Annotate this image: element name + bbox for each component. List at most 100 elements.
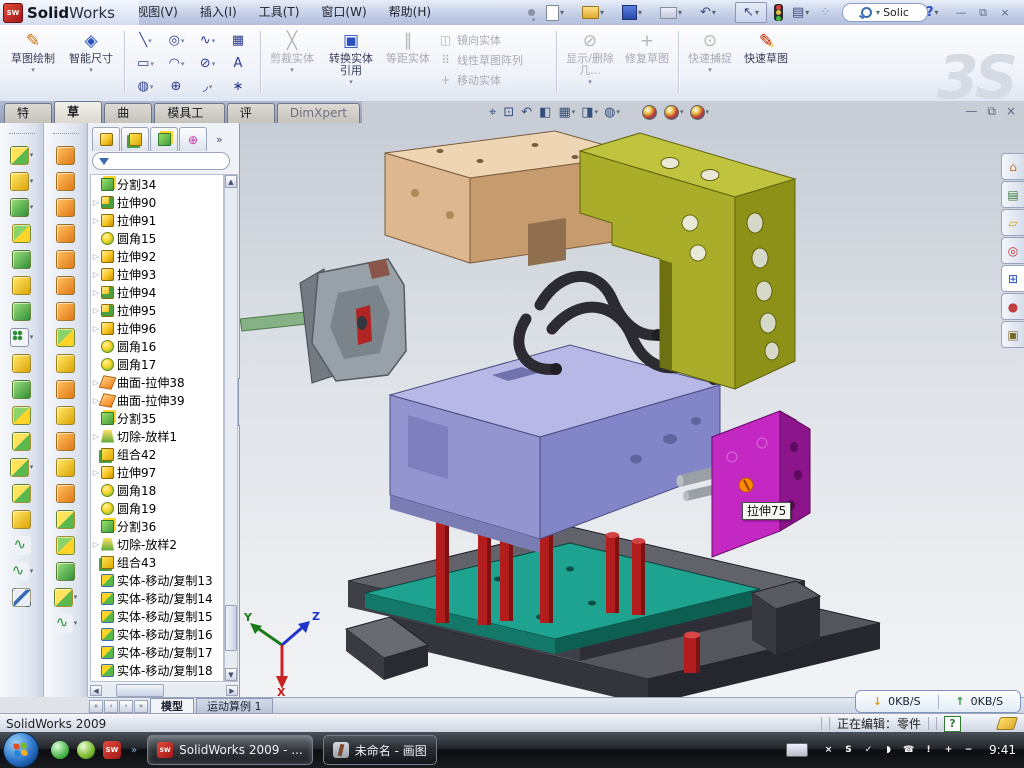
undo-button[interactable]: ↶▾ [700,3,716,22]
hide-show-items-button[interactable]: ◍▾ [602,103,622,121]
previous-view-button[interactable]: ↶ [519,103,535,121]
misc-toolbar-icon[interactable]: ⁘ [820,3,831,22]
split-button[interactable] [2,480,42,506]
expand-arrow-icon[interactable]: ▷ [91,324,101,333]
cap-button[interactable] [46,402,86,428]
hole-wizard-button[interactable] [2,272,42,298]
print-button[interactable]: ▾ [660,3,682,22]
feature-tree-item[interactable]: ▷ 圆角15 [91,229,223,247]
feature-tree-item[interactable]: ▷ 拉伸90 [91,193,223,211]
command-tab[interactable]: 评估 [227,103,275,123]
input-method-keyboard-icon[interactable] [786,743,808,757]
minimize-button[interactable]: — [952,6,970,19]
feature-tree-item[interactable]: ▷ 圆角17 [91,355,223,373]
curve-button[interactable]: ▾ [2,558,42,584]
zoom-to-area-button[interactable]: ⊡ [501,103,517,121]
expand-arrow-icon[interactable]: ▷ [91,252,101,261]
network-tray-icon[interactable]: ☎ [901,743,916,758]
pattern-2-button[interactable]: ▾ [46,584,86,610]
help-button[interactable]: ?▾ [926,3,939,22]
messenger-quicklaunch-icon[interactable] [51,741,69,759]
slot-tool[interactable]: ◍▾ [130,75,161,98]
select-button[interactable]: ↖▾ [735,3,767,22]
pin-icon[interactable] [524,3,538,22]
quick-tips-icon[interactable]: ? [944,716,961,732]
tag-icon[interactable] [996,717,1018,730]
trim-entities-button[interactable]: ╳ 剪裁实体▾ [266,28,318,96]
panel-tabs-overflow-chevron[interactable]: » [216,128,223,151]
solidworks-quicklaunch-icon[interactable]: SW [103,741,121,759]
scrollbar-thumb[interactable] [116,684,164,697]
feature-tree-item[interactable]: ▷ 拉伸95 [91,301,223,319]
wrap-button[interactable] [46,428,86,454]
start-button[interactable] [3,732,39,768]
configuration-manager-tab[interactable] [150,127,178,151]
tab-nav-button[interactable]: ‹ [104,700,118,713]
tab-nav-button[interactable]: « [89,700,103,713]
network-speed-widget[interactable]: ↓0KB/S ↑0KB/S [855,690,1021,713]
selection-box-tool[interactable]: ▦ [223,29,254,52]
taskbar-task-button[interactable]: SW SolidWorks 2009 - ... [147,735,313,765]
convert-entities-button[interactable]: ▣ 转换实体引用▾ [322,28,380,96]
feature-tree-item[interactable]: ▷ 拉伸93 [91,265,223,283]
feature-tree-item[interactable]: ▷ 实体-移动/复制16 [91,625,223,643]
feature-tree-item[interactable]: ▷ 分割35 [91,409,223,427]
zoom-to-fit-button[interactable]: ⌖ [487,103,499,121]
arc-tool[interactable]: ◠▾ [161,52,192,75]
cylinder-assembly-gray[interactable] [240,259,406,383]
sketch-fillet-tool[interactable]: ◞▾ [192,75,223,98]
offset-entities-button[interactable]: ∥ 等距实体 [384,28,432,96]
feature-tree-item[interactable]: ▷ 拉伸96 [91,319,223,337]
draft-button[interactable] [2,376,42,402]
feature-tree-item[interactable]: ▷ 组合43 [91,553,223,571]
feature-tree-item[interactable]: ▷ 切除-放样1 [91,427,223,445]
revolved-boss-button[interactable]: ▾ [2,168,42,194]
extruded-boss-button[interactable]: ▾ [2,142,42,168]
search-input[interactable]: ▾ Solic [842,3,928,22]
expand-arrow-icon[interactable]: ▷ [91,306,101,315]
ellipse-tool[interactable]: ⊘▾ [192,52,223,75]
shield-tray-icon[interactable]: S [841,743,856,758]
red-cylinder[interactable] [684,632,700,674]
planar-surface-button[interactable] [46,298,86,324]
expand-arrow-icon[interactable]: ▷ [91,288,101,297]
antivirus-tray-icon[interactable]: × [821,743,836,758]
command-tab[interactable]: 草图 [54,101,102,123]
command-tab[interactable]: DimXpert [277,103,360,123]
expand-arrow-icon[interactable]: ▷ [91,270,101,279]
display-style-button[interactable]: ◨▾ [579,103,600,121]
mirror-feature-button[interactable] [2,402,42,428]
toolbar-grip[interactable] [53,133,79,137]
mirror-entities-button[interactable]: ◫镜向实体 [438,31,523,48]
feature-tree-item[interactable]: ▷ 曲面-拉伸38 [91,373,223,391]
tab-nav-button[interactable]: » [134,700,148,713]
tree-horizontal-scrollbar[interactable]: ◀ ▶ [90,684,238,697]
traffic-light-icon[interactable] [774,3,783,22]
sphere-quicklaunch-icon[interactable] [77,741,95,759]
delete-body-button[interactable] [2,506,42,532]
toolbar-grip[interactable] [9,133,35,137]
feature-tree-item[interactable]: ▷ 曲面-拉伸39 [91,391,223,409]
polygon-tool[interactable]: ⊕ [161,75,192,98]
command-tab[interactable]: 特征 [4,103,52,123]
feature-tree-item[interactable]: ▷ 圆角18 [91,481,223,499]
expand-arrow-icon[interactable]: ▷ [91,216,101,225]
tab-nav-button[interactable]: › [119,700,133,713]
scroll-left-button[interactable]: ◀ [90,685,102,696]
feature-tree-item[interactable]: ▷ 实体-移动/复制14 [91,589,223,607]
feature-tree-item[interactable]: ▷ 组合42 [91,445,223,463]
swept-boss-button[interactable]: ▾ [2,194,42,220]
feature-tree-item[interactable]: ▷ 实体-移动/复制18 [91,661,223,679]
rapid-sketch-button[interactable]: ✎ 快速草图 [740,28,792,96]
bend-button[interactable] [46,376,86,402]
smart-dimension-button[interactable]: ◈ 智能尺寸▾ [64,28,118,96]
tree-filter-input[interactable] [113,154,217,168]
extruded-cut-button[interactable] [2,246,42,272]
motion-study-tab[interactable]: 运动算例 1 [196,698,273,714]
split-line-button[interactable] [46,454,86,480]
apply-scene-button[interactable]: ▾ [662,103,686,121]
boss-button[interactable] [46,350,86,376]
update-tray-icon[interactable]: ✓ [861,743,876,758]
feature-tree-item[interactable]: ▷ 拉伸94 [91,283,223,301]
restore-button[interactable]: ⧉ [987,104,996,119]
